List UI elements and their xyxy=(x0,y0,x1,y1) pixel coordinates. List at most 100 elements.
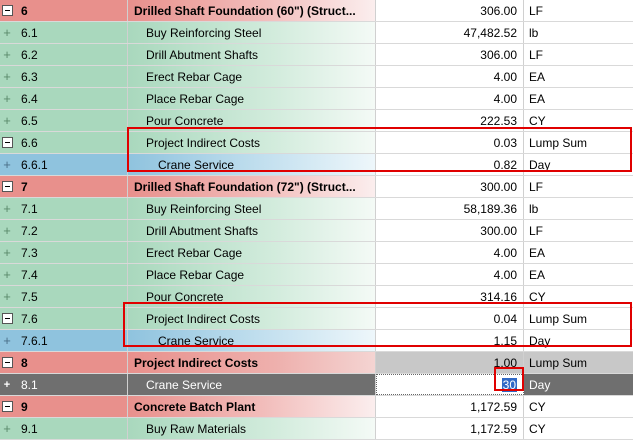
table-row[interactable]: + 6.5 Pour Concrete 222.53 CY xyxy=(0,110,633,132)
item-quantity[interactable]: 222.53 xyxy=(376,110,524,131)
collapse-toggle[interactable] xyxy=(0,0,14,21)
item-unit[interactable]: lb xyxy=(524,198,633,219)
item-quantity[interactable]: 1,172.59 xyxy=(376,396,524,417)
table-row[interactable]: 9 Concrete Batch Plant 1,172.59 CY xyxy=(0,396,633,418)
table-row[interactable]: 8 Project Indirect Costs 1.00 Lump Sum xyxy=(0,352,633,374)
item-unit[interactable]: LF xyxy=(524,0,633,21)
item-unit[interactable]: CY xyxy=(524,396,633,417)
plus-icon[interactable]: + xyxy=(0,154,14,175)
item-quantity[interactable]: 300.00 xyxy=(376,220,524,241)
item-description[interactable]: Crane Service xyxy=(128,330,376,351)
item-quantity[interactable]: 47,482.52 xyxy=(376,22,524,43)
item-unit[interactable]: EA xyxy=(524,66,633,87)
item-description[interactable]: Project Indirect Costs xyxy=(128,132,376,153)
table-row-selected[interactable]: + 8.1 Crane Service 30 Day xyxy=(0,374,633,396)
item-quantity[interactable]: 4.00 xyxy=(376,264,524,285)
table-row[interactable]: + 9.1 Buy Raw Materials 1,172.59 CY xyxy=(0,418,633,440)
plus-icon[interactable]: + xyxy=(0,330,14,351)
item-description[interactable]: Drill Abutment Shafts xyxy=(128,44,376,65)
item-description[interactable]: Concrete Batch Plant xyxy=(128,396,376,417)
item-unit[interactable]: lb xyxy=(524,22,633,43)
table-row[interactable]: + 7.3 Erect Rebar Cage 4.00 EA xyxy=(0,242,633,264)
item-description[interactable]: Pour Concrete xyxy=(128,110,376,131)
item-quantity[interactable]: 306.00 xyxy=(376,44,524,65)
item-quantity[interactable]: 0.04 xyxy=(376,308,524,329)
collapse-toggle[interactable] xyxy=(0,132,14,153)
plus-icon[interactable]: + xyxy=(0,264,14,285)
item-quantity[interactable]: 300.00 xyxy=(376,176,524,197)
plus-icon[interactable]: + xyxy=(0,242,14,263)
table-row[interactable]: + 6.4 Place Rebar Cage 4.00 EA xyxy=(0,88,633,110)
item-description[interactable]: Crane Service xyxy=(128,374,376,395)
item-quantity[interactable]: 1.15 xyxy=(376,330,524,351)
item-description[interactable]: Project Indirect Costs xyxy=(128,308,376,329)
table-row[interactable]: 6 Drilled Shaft Foundation (60") (Struct… xyxy=(0,0,633,22)
table-row[interactable]: + 7.4 Place Rebar Cage 4.00 EA xyxy=(0,264,633,286)
item-unit[interactable]: EA xyxy=(524,88,633,109)
item-description[interactable]: Place Rebar Cage xyxy=(128,264,376,285)
item-quantity[interactable]: 306.00 xyxy=(376,0,524,21)
item-description[interactable]: Erect Rebar Cage xyxy=(128,242,376,263)
table-row[interactable]: + 7.5 Pour Concrete 314.16 CY xyxy=(0,286,633,308)
item-description[interactable]: Drilled Shaft Foundation (60") (Struct..… xyxy=(128,0,376,21)
collapse-toggle[interactable] xyxy=(0,176,14,197)
plus-icon[interactable]: + xyxy=(0,22,14,43)
item-quantity[interactable]: 4.00 xyxy=(376,242,524,263)
item-description[interactable]: Drill Abutment Shafts xyxy=(128,220,376,241)
table-row[interactable]: + 7.6.1 Crane Service 1.15 Day xyxy=(0,330,633,352)
item-unit[interactable]: CY xyxy=(524,110,633,131)
item-unit[interactable]: EA xyxy=(524,242,633,263)
plus-icon[interactable]: + xyxy=(0,110,14,131)
table-row[interactable]: 7.6 Project Indirect Costs 0.04 Lump Sum xyxy=(0,308,633,330)
item-unit[interactable]: Day xyxy=(524,154,633,175)
table-row[interactable]: + 6.3 Erect Rebar Cage 4.00 EA xyxy=(0,66,633,88)
item-unit[interactable]: Lump Sum xyxy=(524,308,633,329)
collapse-toggle[interactable] xyxy=(0,352,14,373)
plus-icon[interactable]: + xyxy=(0,66,14,87)
item-description[interactable]: Crane Service xyxy=(128,154,376,175)
item-unit[interactable]: Day xyxy=(524,374,633,395)
plus-icon[interactable]: + xyxy=(0,88,14,109)
table-row[interactable]: + 6.6.1 Crane Service 0.82 Day xyxy=(0,154,633,176)
item-unit[interactable]: LF xyxy=(524,44,633,65)
item-number: 7.3 xyxy=(14,242,128,263)
item-description[interactable]: Pour Concrete xyxy=(128,286,376,307)
table-row[interactable]: + 7.1 Buy Reinforcing Steel 58,189.36 lb xyxy=(0,198,633,220)
item-number: 7.4 xyxy=(14,264,128,285)
item-description[interactable]: Drilled Shaft Foundation (72") (Struct..… xyxy=(128,176,376,197)
item-quantity[interactable]: 0.03 xyxy=(376,132,524,153)
item-quantity[interactable]: 1.00 xyxy=(376,352,524,373)
table-row[interactable]: 6.6 Project Indirect Costs 0.03 Lump Sum xyxy=(0,132,633,154)
quantity-edit-field[interactable]: 30 xyxy=(376,374,524,395)
item-unit[interactable]: CY xyxy=(524,286,633,307)
item-description[interactable]: Erect Rebar Cage xyxy=(128,66,376,87)
item-quantity[interactable]: 58,189.36 xyxy=(376,198,524,219)
item-unit[interactable]: Day xyxy=(524,330,633,351)
item-unit[interactable]: LF xyxy=(524,220,633,241)
item-description[interactable]: Project Indirect Costs xyxy=(128,352,376,373)
plus-icon[interactable]: + xyxy=(0,44,14,65)
plus-icon[interactable]: + xyxy=(0,198,14,219)
table-row[interactable]: + 7.2 Drill Abutment Shafts 300.00 LF xyxy=(0,220,633,242)
item-unit[interactable]: EA xyxy=(524,264,633,285)
table-row[interactable]: + 6.2 Drill Abutment Shafts 306.00 LF xyxy=(0,44,633,66)
plus-icon[interactable]: + xyxy=(0,374,14,395)
item-quantity[interactable]: 4.00 xyxy=(376,88,524,109)
table-row[interactable]: 7 Drilled Shaft Foundation (72") (Struct… xyxy=(0,176,633,198)
item-description[interactable]: Buy Reinforcing Steel xyxy=(128,22,376,43)
item-description[interactable]: Buy Reinforcing Steel xyxy=(128,198,376,219)
table-row[interactable]: + 6.1 Buy Reinforcing Steel 47,482.52 lb xyxy=(0,22,633,44)
item-quantity[interactable]: 0.82 xyxy=(376,154,524,175)
plus-icon[interactable]: + xyxy=(0,220,14,241)
item-quantity[interactable]: 314.16 xyxy=(376,286,524,307)
quantity-edit-value[interactable]: 30 xyxy=(501,377,517,392)
item-unit[interactable]: Lump Sum xyxy=(524,132,633,153)
item-unit[interactable]: LF xyxy=(524,176,633,197)
item-quantity[interactable]: 4.00 xyxy=(376,66,524,87)
collapse-toggle[interactable] xyxy=(0,308,14,329)
collapse-toggle[interactable] xyxy=(0,396,14,417)
item-description[interactable]: Place Rebar Cage xyxy=(128,88,376,109)
plus-icon[interactable]: + xyxy=(0,286,14,307)
minus-icon xyxy=(1,313,13,324)
item-unit[interactable]: Lump Sum xyxy=(524,352,633,373)
